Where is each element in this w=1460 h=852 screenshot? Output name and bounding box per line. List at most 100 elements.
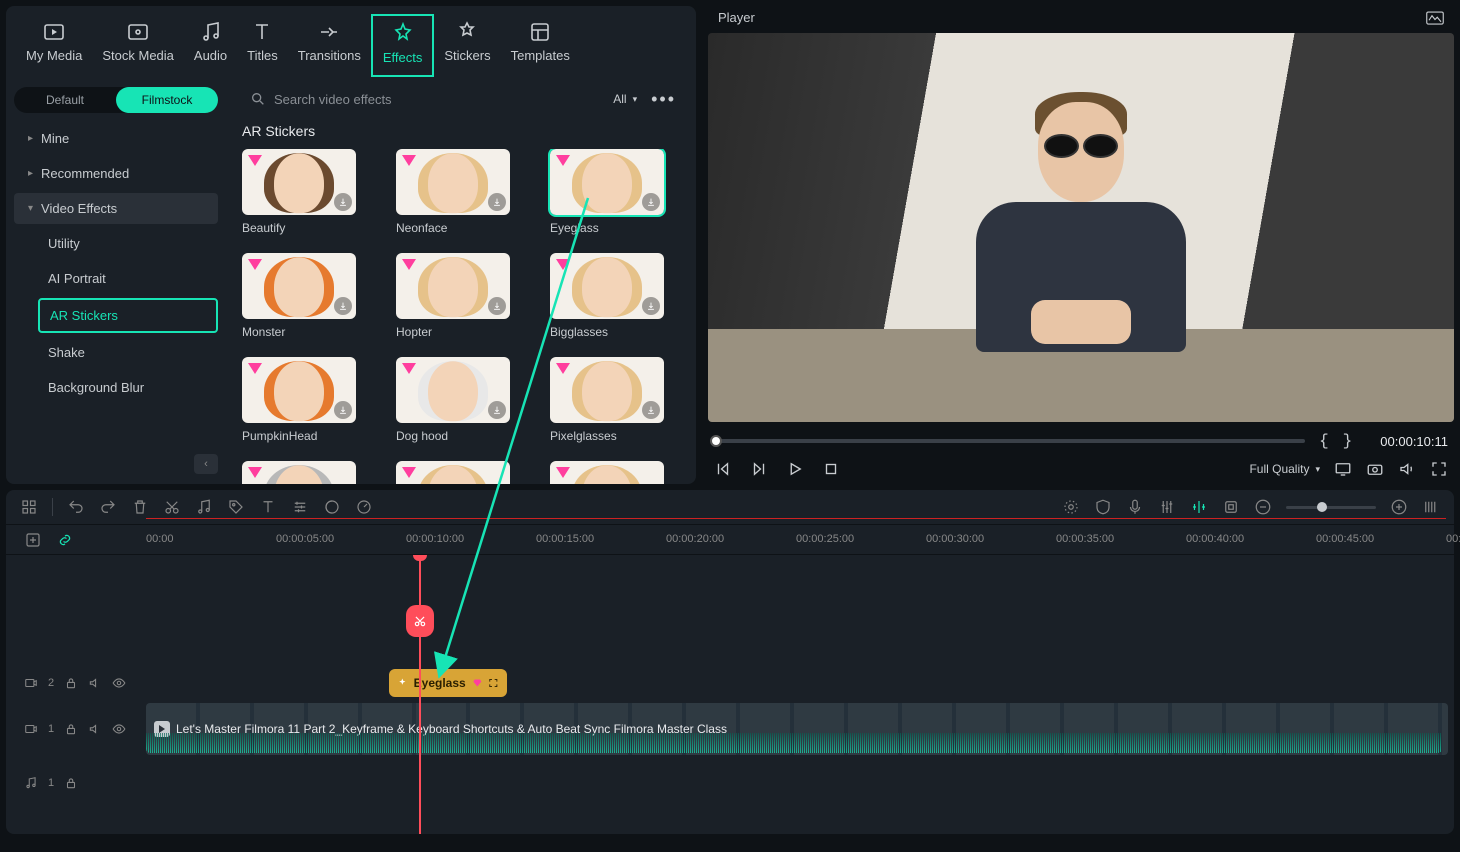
lock-icon[interactable] <box>64 722 78 736</box>
mute-icon[interactable] <box>88 676 102 690</box>
music-icon[interactable] <box>195 498 213 516</box>
scope-icon[interactable] <box>1426 11 1444 25</box>
display-icon[interactable] <box>1334 460 1352 478</box>
sticker-label: PumpkinHead <box>242 429 364 443</box>
sticker-card[interactable] <box>242 461 364 484</box>
tab-transitions[interactable]: Transitions <box>288 14 371 77</box>
tracks-area[interactable]: 2 Eyeglass 1 <box>6 555 1454 834</box>
source-pills: Default Filmstock <box>14 87 218 113</box>
zoom-in-icon[interactable] <box>1390 498 1408 516</box>
tab-audio[interactable]: Audio <box>184 14 237 77</box>
marker-braces-icon[interactable]: {} <box>1319 432 1366 450</box>
next-frame-button[interactable] <box>750 460 768 478</box>
tab-stock-media[interactable]: Stock Media <box>92 14 184 77</box>
tab-my-media[interactable]: My Media <box>16 14 92 77</box>
volume-icon[interactable] <box>1398 460 1416 478</box>
timeline-ruler[interactable]: 00:0000:00:05:0000:00:10:0000:00:15:0000… <box>6 525 1454 555</box>
video-track-row: 1 Let's Master Filmora 11 Part 2_Keyfram… <box>6 701 1454 757</box>
sticker-card[interactable] <box>396 461 518 484</box>
mute-icon[interactable] <box>88 722 102 736</box>
sidebar-collapse[interactable]: ‹ <box>194 454 218 474</box>
text-icon[interactable] <box>259 498 277 516</box>
sticker-label: Dog hood <box>396 429 518 443</box>
tl-apps-icon[interactable] <box>20 498 38 516</box>
visibility-icon[interactable] <box>112 676 126 690</box>
video-track-icon <box>24 722 38 736</box>
library-tabs: My Media Stock Media Audio Titles Transi… <box>6 6 696 77</box>
add-track-icon[interactable] <box>24 531 42 549</box>
tab-stickers[interactable]: Stickers <box>434 14 500 77</box>
undo-icon[interactable] <box>67 498 85 516</box>
tree-utility[interactable]: Utility <box>14 228 218 259</box>
effects-sidebar: Default Filmstock ▸Mine ▸Recommended ▾Vi… <box>6 77 226 484</box>
tl-snap-icon[interactable] <box>1190 498 1208 516</box>
track-badge: 1 <box>48 723 54 735</box>
player-title: Player <box>718 10 755 25</box>
cut-icon[interactable] <box>163 498 181 516</box>
tl-marker-icon[interactable] <box>1222 498 1240 516</box>
stop-button[interactable] <box>822 460 840 478</box>
tab-effects[interactable]: Effects <box>371 14 435 77</box>
play-button[interactable] <box>786 460 804 478</box>
sparkle-icon <box>397 676 408 690</box>
sticker-grid: Beautify Neonface Eyeglass Monster Hopter Big… <box>242 149 680 484</box>
quality-dropdown[interactable]: Full Quality▾ <box>1249 462 1320 476</box>
filter-dropdown[interactable]: All▾ <box>613 92 637 106</box>
sticker-card[interactable]: Monster <box>242 253 364 339</box>
sticker-card[interactable]: Eyeglass <box>550 149 672 235</box>
sticker-label: Bigglasses <box>550 325 672 339</box>
sticker-card[interactable]: Hopter <box>396 253 518 339</box>
zoom-slider[interactable] <box>1286 506 1376 509</box>
lock-icon[interactable] <box>64 676 78 690</box>
adjust-icon[interactable] <box>291 498 309 516</box>
scrub-bar[interactable] <box>714 439 1305 443</box>
sticker-label: Monster <box>242 325 364 339</box>
tag-icon[interactable] <box>227 498 245 516</box>
sticker-label: Neonface <box>396 221 518 235</box>
tl-mic-icon[interactable] <box>1126 498 1144 516</box>
speed-icon[interactable] <box>355 498 373 516</box>
tree-mine[interactable]: ▸Mine <box>14 123 218 154</box>
color-icon[interactable] <box>323 498 341 516</box>
fullscreen-icon[interactable] <box>1430 460 1448 478</box>
timeline-panel: 00:0000:00:05:0000:00:10:0000:00:15:0000… <box>6 490 1454 834</box>
pill-filmstock[interactable]: Filmstock <box>116 87 218 113</box>
tree-ai-portrait[interactable]: AI Portrait <box>14 263 218 294</box>
tl-mixer-icon[interactable] <box>1158 498 1176 516</box>
fx-clip-eyeglass[interactable]: Eyeglass <box>389 669 507 697</box>
tl-shield-icon[interactable] <box>1094 498 1112 516</box>
video-clip[interactable]: Let's Master Filmora 11 Part 2_Keyframe … <box>146 703 1448 755</box>
tab-titles[interactable]: Titles <box>237 14 288 77</box>
sticker-card[interactable]: Neonface <box>396 149 518 235</box>
redo-icon[interactable] <box>99 498 117 516</box>
sticker-card[interactable]: Beautify <box>242 149 364 235</box>
tl-effects-icon[interactable] <box>1062 498 1080 516</box>
sticker-card[interactable]: Bigglasses <box>550 253 672 339</box>
tree-recommended[interactable]: ▸Recommended <box>14 158 218 189</box>
tree-video-effects[interactable]: ▾Video Effects <box>14 193 218 224</box>
prev-frame-button[interactable] <box>714 460 732 478</box>
link-icon[interactable] <box>56 531 74 549</box>
tree-ar-stickers[interactable]: AR Stickers <box>38 298 218 333</box>
sticker-label: Pixelglasses <box>550 429 672 443</box>
player-panel: Player {} 00:00:10:11 <box>708 6 1454 484</box>
zoom-out-icon[interactable] <box>1254 498 1272 516</box>
pill-default[interactable]: Default <box>14 87 116 113</box>
fx-track-row: 2 Eyeglass <box>6 665 1454 701</box>
tree-shake[interactable]: Shake <box>14 337 218 368</box>
tl-view-icon[interactable] <box>1422 498 1440 516</box>
snapshot-icon[interactable] <box>1366 460 1384 478</box>
search-input[interactable]: Search video effects <box>242 87 603 111</box>
more-menu-icon[interactable]: ••• <box>647 89 680 110</box>
delete-icon[interactable] <box>131 498 149 516</box>
tab-templates[interactable]: Templates <box>501 14 580 77</box>
sticker-card[interactable]: Pixelglasses <box>550 357 672 443</box>
tree-background-blur[interactable]: Background Blur <box>14 372 218 403</box>
visibility-icon[interactable] <box>112 722 126 736</box>
video-viewport[interactable] <box>708 33 1454 422</box>
sticker-card[interactable] <box>550 461 672 484</box>
lock-icon[interactable] <box>64 776 78 790</box>
sticker-card[interactable]: PumpkinHead <box>242 357 364 443</box>
playhead-cut-icon[interactable] <box>406 605 434 637</box>
sticker-card[interactable]: Dog hood <box>396 357 518 443</box>
